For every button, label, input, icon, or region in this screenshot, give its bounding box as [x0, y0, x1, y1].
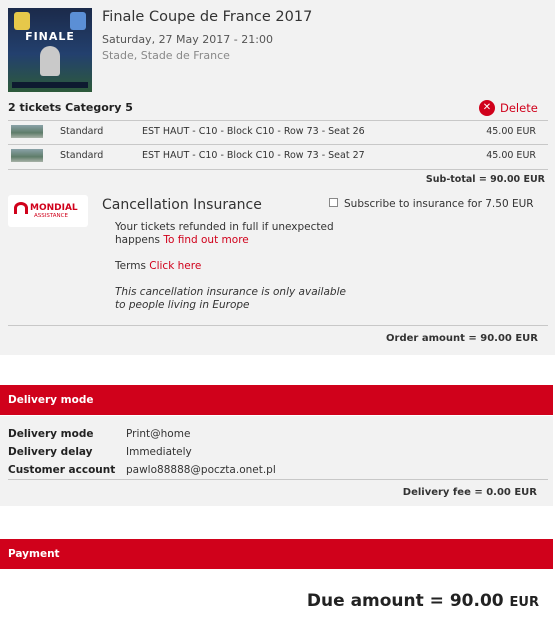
- event-poster-image: FINALE: [8, 8, 92, 92]
- ticket-price: 45.00 EUR: [486, 150, 536, 161]
- due-amount: Due amount = 90.00 EUR: [307, 591, 539, 611]
- insurance-terms-line: Terms Click here: [115, 260, 201, 273]
- insurance-title: Cancellation Insurance: [102, 197, 262, 213]
- insurance-refund-text: Your tickets refunded in full if unexpec…: [115, 221, 334, 233]
- logo-sub: ASSISTANCE: [34, 213, 68, 219]
- delivery-row-label: Delivery delay: [8, 446, 93, 458]
- due-amount-unit: EUR: [509, 595, 539, 610]
- payment-section-header: Payment: [0, 539, 553, 569]
- logo-brand: MONDIAL: [30, 203, 78, 213]
- delivery-row-label: Customer account: [8, 464, 116, 476]
- ticket-seat: EST HAUT - C10 - Block C10 - Row 73 - Se…: [142, 126, 365, 137]
- event-title: Finale Coupe de France 2017: [102, 9, 313, 25]
- trophy-icon: [40, 46, 60, 76]
- order-amount: Order amount = 90.00 EUR: [386, 333, 538, 344]
- ticket-row: Standard EST HAUT - C10 - Block C10 - Ro…: [8, 144, 548, 166]
- delete-button[interactable]: ✕ Delete: [479, 100, 538, 116]
- delivery-panel: Delivery mode Print@home Delivery delay …: [0, 416, 553, 506]
- terms-link[interactable]: Click here: [149, 260, 201, 272]
- ticket-type: Standard: [60, 150, 104, 161]
- event-venue: Stade, Stade de France: [102, 49, 230, 62]
- order-summary-panel: FINALE Finale Coupe de France 2017 Satur…: [0, 0, 555, 355]
- seat-view-thumbnail: [11, 125, 43, 138]
- delivery-section-header: Delivery mode: [0, 385, 553, 415]
- seat-view-thumbnail: [11, 149, 43, 162]
- poster-footer: [12, 82, 88, 88]
- divider: [8, 169, 548, 170]
- delivery-row-value: pawlo88888@poczta.onet.pl: [126, 464, 276, 476]
- delivery-row-value: Print@home: [126, 428, 191, 440]
- delivery-row-value: Immediately: [126, 446, 192, 458]
- delivery-row-label: Delivery mode: [8, 428, 94, 440]
- ticket-type: Standard: [60, 126, 104, 137]
- subtotal: Sub-total = 90.00 EUR: [425, 174, 545, 185]
- team-crest-icon: [70, 12, 86, 30]
- insurance-subscribe-label[interactable]: Subscribe to insurance for 7.50 EUR: [344, 198, 534, 210]
- mondial-logo-mark: [14, 202, 28, 214]
- insurance-note: to people living in Europe: [115, 299, 250, 311]
- delete-label[interactable]: Delete: [500, 101, 538, 115]
- ticket-price: 45.00 EUR: [486, 126, 536, 137]
- due-amount-value: Due amount = 90.00: [306, 591, 504, 611]
- find-out-more-link[interactable]: To find out more: [163, 234, 248, 246]
- insurance-subscribe-checkbox[interactable]: [329, 198, 338, 207]
- team-crest-icon: [14, 12, 30, 30]
- event-date: Saturday, 27 May 2017 - 21:00: [102, 33, 273, 46]
- ticket-row: Standard EST HAUT - C10 - Block C10 - Ro…: [8, 120, 548, 142]
- insurance-note: This cancellation insurance is only avai…: [115, 286, 346, 298]
- delete-x-icon[interactable]: ✕: [479, 100, 495, 116]
- delivery-fee: Delivery fee = 0.00 EUR: [402, 487, 537, 498]
- terms-text: Terms: [115, 260, 150, 272]
- poster-logo-text: FINALE: [25, 30, 75, 43]
- tickets-category-header: 2 tickets Category 5: [8, 101, 133, 114]
- ticket-seat: EST HAUT - C10 - Block C10 - Row 73 - Se…: [142, 150, 365, 161]
- divider: [8, 479, 548, 480]
- insurance-refund-text-2: happens: [115, 234, 164, 246]
- insurance-refund-line: happens To find out more: [115, 234, 249, 247]
- mondial-assistance-logo: MONDIAL ASSISTANCE: [8, 195, 88, 227]
- divider: [8, 325, 548, 326]
